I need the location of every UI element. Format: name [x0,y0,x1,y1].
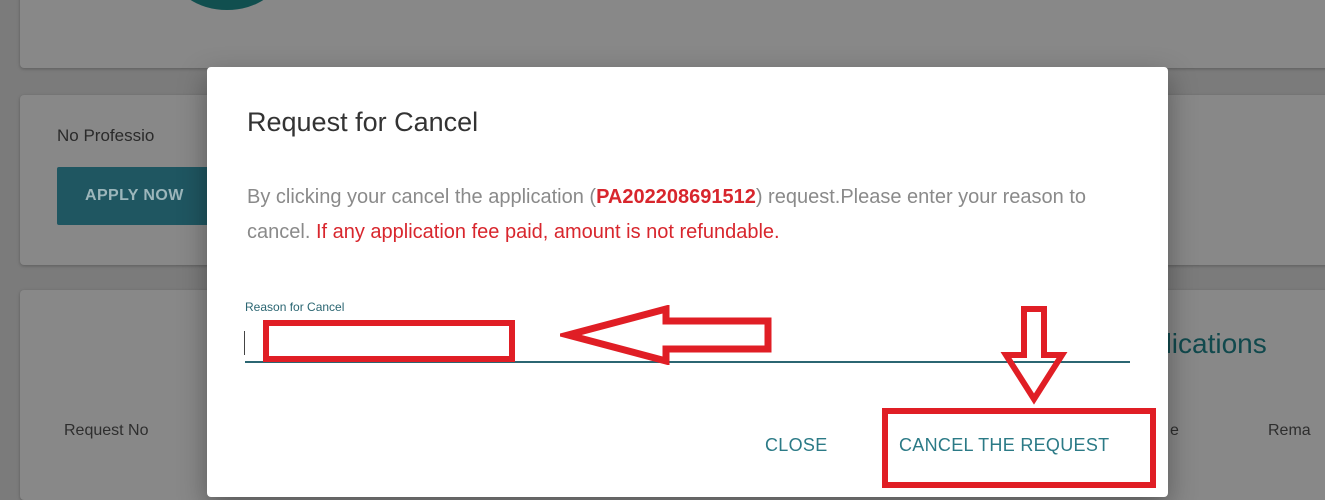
no-professional-text: No Professio [57,126,155,145]
reason-label: Reason for Cancel [245,300,345,314]
reason-input[interactable] [245,319,1130,363]
text-caret [244,331,245,355]
message-prefix: By clicking your cancel the application … [247,186,597,208]
close-button[interactable]: CLOSE [765,435,828,456]
top-card [20,0,1325,68]
dialog-message: By clicking your cancel the application … [247,180,1127,250]
dialog-title: Request for Cancel [247,107,479,137]
apply-now-button[interactable]: APPLY NOW [57,167,227,225]
col-e: e [1170,422,1179,439]
application-code: PA202208691512 [596,186,756,208]
col-rema: Rema [1268,422,1311,439]
refund-warning: If any application fee paid, amount is n… [315,221,780,243]
col-request-no: Request No [64,422,149,439]
cancel-request-button[interactable]: CANCEL THE REQUEST [899,435,1109,456]
cancel-request-dialog: Request for Cancel By clicking your canc… [207,67,1168,497]
